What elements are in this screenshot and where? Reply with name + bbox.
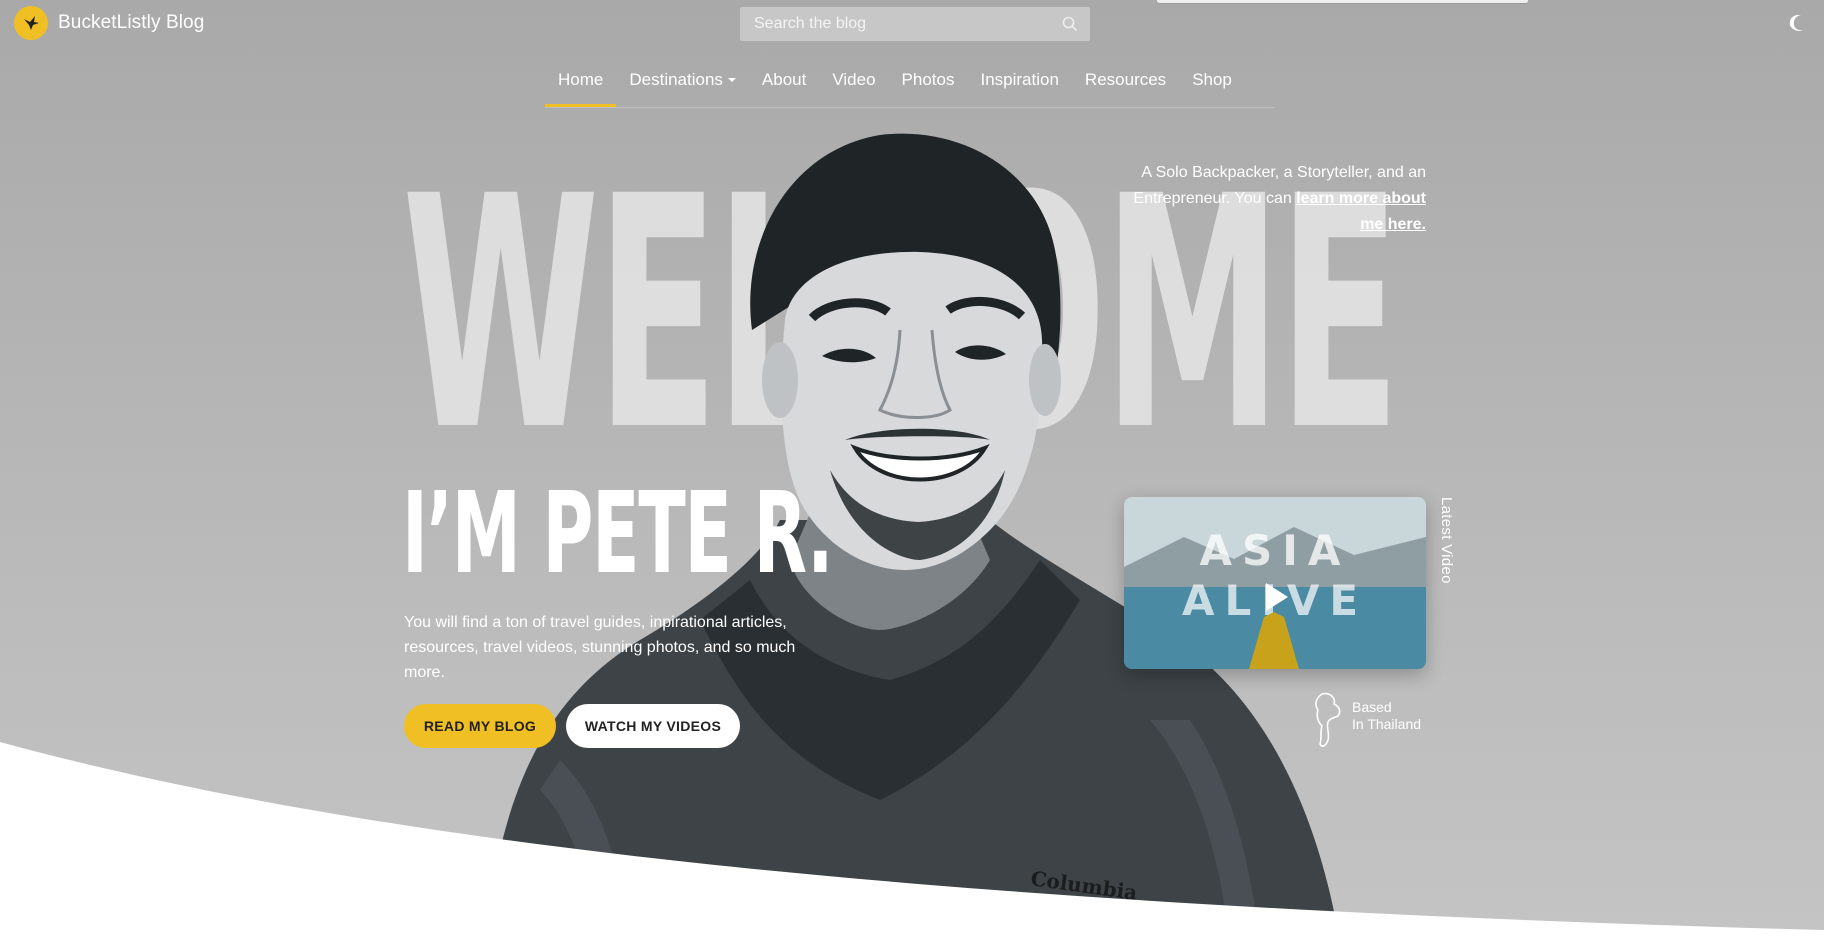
hero-bottom-curve [0,742,1824,944]
caret-down-icon [727,78,736,82]
nav-item-video[interactable]: Video [819,70,888,108]
intro-text: A Solo Backpacker, a Storyteller, and an… [1110,160,1426,238]
location-text: Based In Thailand [1352,699,1421,750]
nav-divider [545,107,1275,108]
nav-item-inspiration[interactable]: Inspiration [967,70,1071,108]
logo-text: BucketListly Blog [58,12,205,33]
search-input[interactable]: Search the blog [740,7,1090,41]
about-me-link[interactable]: learn more about me here. [1296,190,1426,233]
nav-item-resources[interactable]: Resources [1072,70,1179,108]
location-line-1: Based [1352,699,1392,715]
moon-icon[interactable] [1788,13,1808,33]
latest-video-card[interactable]: ASIA ALIVE [1124,497,1426,669]
site-logo[interactable]: BucketListly Blog [14,6,204,40]
main-nav: Home Destinations About Video Photos Ins… [545,70,1245,108]
nav-item-destinations[interactable]: Destinations [616,70,749,108]
bird-icon [14,6,48,40]
hero-description: You will find a ton of travel guides, in… [404,614,796,681]
read-my-blog-button[interactable]: READ MY BLOG [404,704,556,748]
nav-item-shop[interactable]: Shop [1179,70,1245,108]
thumbnail-title-top: ASIA [1200,526,1351,575]
nav-item-about[interactable]: About [749,70,819,108]
nav-item-photos[interactable]: Photos [889,70,968,108]
latest-video-label: Latest Video [1438,497,1455,584]
search-icon[interactable] [1062,16,1078,32]
location-line-2: In Thailand [1352,716,1422,732]
dropdown-panel-edge [1157,0,1528,4]
search-placeholder: Search the blog [754,15,867,32]
hero-section: WELCOME Columbia I’M PETE R. Yo [0,0,1824,944]
nav-item-home[interactable]: Home [545,70,617,108]
watch-my-videos-button[interactable]: WATCH MY VIDEOS [566,704,740,748]
thailand-map-icon [1315,692,1341,747]
hero-headline: I’M PETE R. [402,469,834,599]
video-thumbnail: ASIA ALIVE [1124,497,1426,669]
location-badge: Based In Thailand [1312,692,1421,750]
